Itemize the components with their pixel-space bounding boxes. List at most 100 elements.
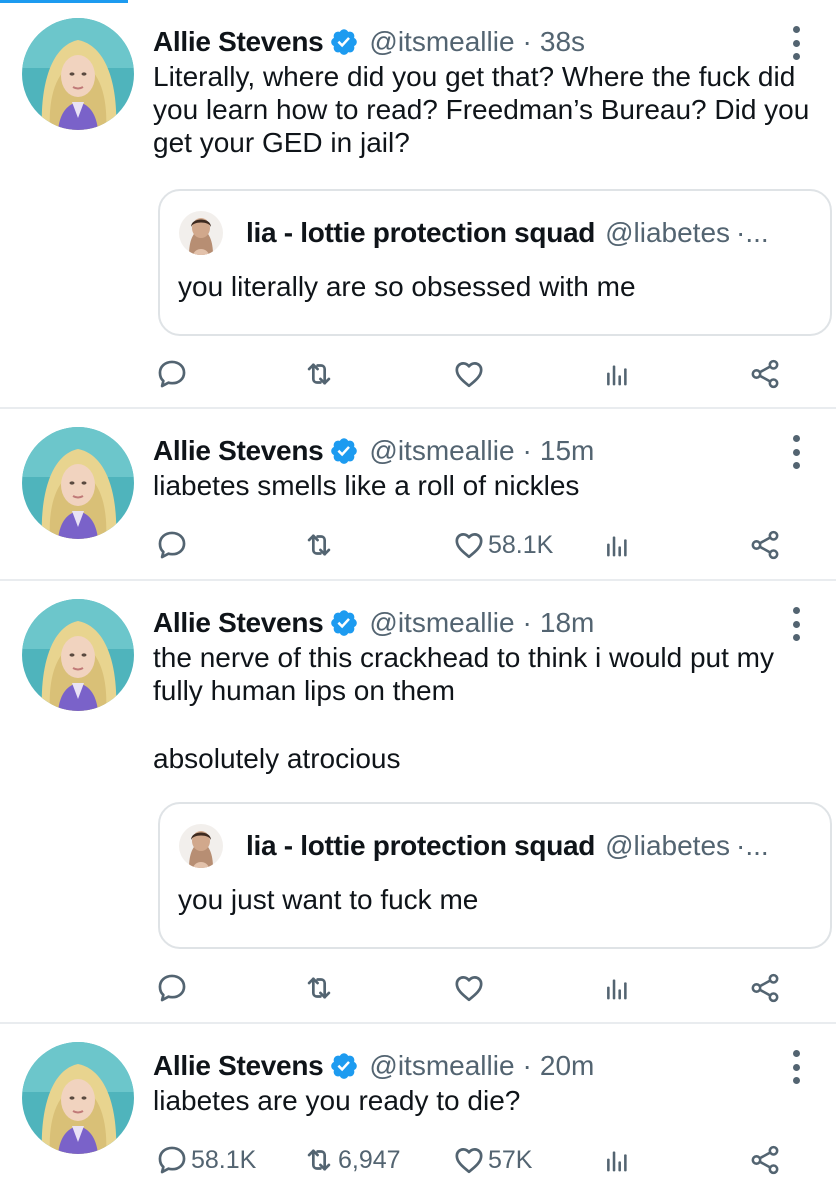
quoted-header: lia - lottie protection squad @liabetes …	[246, 213, 769, 253]
quoted-ellipsis: ·...	[736, 217, 769, 248]
author-handle[interactable]: @itsmeallie	[369, 607, 514, 639]
verified-badge-icon	[329, 608, 359, 638]
like-button[interactable]	[452, 966, 488, 1010]
tweet-2[interactable]: Allie Stevens @itsmeallie · 15m liabetes…	[0, 409, 836, 581]
views-button[interactable]	[600, 1138, 634, 1182]
retweet-button[interactable]	[302, 523, 338, 567]
quoted-tweet[interactable]: lia - lottie protection squad @liabetes …	[158, 189, 832, 336]
action-bar: 58.1K 6,947 57K	[0, 1138, 836, 1182]
retweet-icon	[302, 528, 336, 562]
quoted-tweet[interactable]: lia - lottie protection squad @liabetes …	[158, 802, 832, 949]
retweet-count: 6,947	[338, 1145, 401, 1174]
tweet-text: liabetes smells like a roll of nickles	[153, 469, 813, 502]
views-icon	[600, 971, 634, 1005]
tweet-text-line: liabetes are you ready to die?	[153, 1085, 521, 1116]
separator-dot: ·	[522, 26, 532, 57]
reply-icon	[155, 357, 189, 391]
tweet-text: the nerve of this crackhead to think i w…	[153, 641, 813, 775]
verified-badge-icon	[329, 436, 359, 466]
verified-badge-icon	[329, 27, 359, 57]
author-handle[interactable]: @itsmeallie	[369, 1050, 514, 1082]
like-count: 57K	[488, 1145, 533, 1174]
quoted-author-handle: @liabetes	[605, 830, 731, 861]
heart-icon	[452, 971, 486, 1005]
share-button[interactable]	[748, 352, 782, 396]
retweet-button[interactable]: 6,947	[302, 1138, 401, 1182]
retweet-icon	[302, 1143, 336, 1177]
tweet-time[interactable]: 38s	[540, 26, 585, 58]
views-button[interactable]	[600, 352, 634, 396]
quoted-text: you just want to fuck me	[178, 884, 479, 915]
separator-dot: ·	[522, 607, 532, 638]
separator-dot: ·	[522, 1050, 532, 1081]
action-bar	[0, 352, 836, 396]
tweet-header: Allie Stevens @itsmeallie · 20m	[153, 1046, 594, 1086]
like-button[interactable]	[452, 352, 488, 396]
like-button[interactable]: 57K	[452, 1138, 532, 1182]
author-name[interactable]: Allie Stevens	[153, 435, 324, 467]
retweet-button[interactable]	[302, 966, 338, 1010]
quoted-author-avatar	[179, 824, 223, 868]
heart-icon	[452, 528, 486, 562]
like-count: 58.1K	[488, 530, 554, 559]
quoted-author-avatar	[179, 211, 223, 255]
quoted-author-handle: @liabetes	[605, 217, 731, 248]
reply-count: 58.1K	[191, 1145, 257, 1174]
separator-dot: ·	[522, 435, 532, 466]
share-button[interactable]	[748, 523, 782, 567]
action-bar	[0, 966, 836, 1010]
tweet-1[interactable]: Allie Stevens @itsmeallie · 38s Literall…	[0, 0, 836, 409]
author-avatar[interactable]	[22, 599, 134, 711]
share-button[interactable]	[748, 966, 782, 1010]
tweet-text-line: absolutely atrocious	[153, 743, 401, 774]
views-icon	[600, 357, 634, 391]
quoted-ellipsis: ·...	[736, 830, 769, 861]
views-button[interactable]	[600, 523, 634, 567]
like-button[interactable]: 58.1K	[452, 523, 553, 567]
verified-badge-icon	[329, 1051, 359, 1081]
views-icon	[600, 1143, 634, 1177]
share-button[interactable]	[748, 1138, 782, 1182]
tweet-text: liabetes are you ready to die?	[153, 1084, 813, 1117]
reply-icon	[155, 528, 189, 562]
action-bar: 58.1K	[0, 523, 836, 567]
reply-button[interactable]	[155, 523, 191, 567]
tweet-time[interactable]: 18m	[540, 607, 594, 639]
author-handle[interactable]: @itsmeallie	[369, 435, 514, 467]
tweet-time[interactable]: 20m	[540, 1050, 594, 1082]
quoted-author-name: lia - lottie protection squad	[246, 830, 596, 861]
reply-button[interactable]	[155, 966, 191, 1010]
more-options-icon[interactable]	[786, 607, 806, 641]
reply-button[interactable]: 58.1K	[155, 1138, 256, 1182]
more-options-icon[interactable]	[786, 26, 806, 60]
author-avatar[interactable]	[22, 18, 134, 130]
tweet-header: Allie Stevens @itsmeallie · 38s	[153, 22, 585, 62]
views-icon	[600, 528, 634, 562]
tweet-text-line: the nerve of this crackhead to think i w…	[153, 642, 774, 706]
more-options-icon[interactable]	[786, 1050, 806, 1084]
heart-icon	[452, 357, 486, 391]
share-icon	[748, 528, 782, 562]
retweet-icon	[302, 357, 336, 391]
share-icon	[748, 971, 782, 1005]
tweet-text: Literally, where did you get that? Where…	[153, 60, 813, 159]
tweet-3[interactable]: Allie Stevens @itsmeallie · 18m the nerv…	[0, 581, 836, 1024]
tweet-header: Allie Stevens @itsmeallie · 15m	[153, 431, 594, 471]
heart-icon	[452, 1143, 486, 1177]
tweet-text-line: Literally, where did you get that? Where…	[153, 61, 810, 158]
author-name[interactable]: Allie Stevens	[153, 26, 324, 58]
reply-button[interactable]	[155, 352, 191, 396]
author-name[interactable]: Allie Stevens	[153, 607, 324, 639]
retweet-button[interactable]	[302, 352, 338, 396]
more-options-icon[interactable]	[786, 435, 806, 469]
author-handle[interactable]: @itsmeallie	[369, 26, 514, 58]
tweet-4[interactable]: Allie Stevens @itsmeallie · 20m liabetes…	[0, 1024, 836, 1200]
quoted-header: lia - lottie protection squad @liabetes …	[246, 826, 769, 866]
tweet-text-line: liabetes smells like a roll of nickles	[153, 470, 580, 501]
views-button[interactable]	[600, 966, 634, 1010]
reply-icon	[155, 1143, 189, 1177]
retweet-icon	[302, 971, 336, 1005]
author-name[interactable]: Allie Stevens	[153, 1050, 324, 1082]
quoted-text: you literally are so obsessed with me	[178, 271, 636, 302]
tweet-time[interactable]: 15m	[540, 435, 594, 467]
